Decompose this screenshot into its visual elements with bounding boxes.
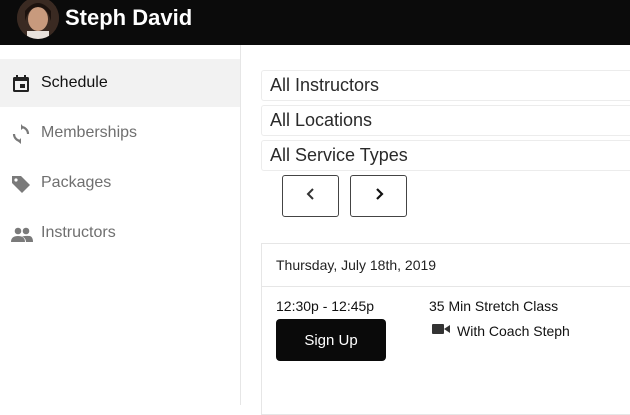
avatar-photo [17,0,59,39]
people-icon [10,223,33,245]
sidebar-item-schedule[interactable]: Schedule [0,59,240,107]
refresh-icon [10,123,32,145]
top-bar: Steph David [0,0,630,45]
main-content: All Instructors All Locations All Servic… [241,45,630,415]
chevron-right-icon [372,187,386,206]
sidebar-item-packages[interactable]: Packages [0,159,240,207]
sidebar-item-label: Memberships [41,124,138,141]
tag-icon [10,173,32,195]
schedule-card: Thursday, July 18th, 2019 12:30p - 12:45… [261,243,630,415]
instructors-filter-value: All Instructors [270,75,380,95]
instructors-filter[interactable]: All Instructors [261,70,630,101]
user-name: Steph David [65,5,193,30]
calendar-icon [10,73,32,95]
previous-button[interactable] [282,175,339,217]
sidebar-item-instructors[interactable]: Instructors [0,209,240,257]
service-types-filter[interactable]: All Service Types [261,140,630,171]
coach-name: With Coach Steph [457,323,570,339]
schedule-date: Thursday, July 18th, 2019 [276,257,437,273]
sign-up-button[interactable]: Sign Up [276,319,386,361]
locations-filter-value: All Locations [270,110,373,130]
service-types-filter-value: All Service Types [270,145,408,165]
locations-filter[interactable]: All Locations [261,105,630,136]
sidebar-item-label: Instructors [41,224,116,241]
avatar[interactable] [17,0,59,39]
schedule-date-header: Thursday, July 18th, 2019 [262,244,630,287]
class-name: 35 Min Stretch Class [429,298,559,314]
video-camera-icon [431,322,451,341]
class-time: 12:30p - 12:45p [276,298,375,314]
sidebar-item-label: Packages [41,174,112,191]
sidebar-item-label: Schedule [41,74,108,91]
next-button[interactable] [350,175,407,217]
sidebar-item-memberships[interactable]: Memberships [0,109,240,157]
class-coach: With Coach Steph [431,321,570,341]
sidebar: Schedule Memberships Packages Instructor… [0,45,241,405]
chevron-left-icon [304,187,318,206]
